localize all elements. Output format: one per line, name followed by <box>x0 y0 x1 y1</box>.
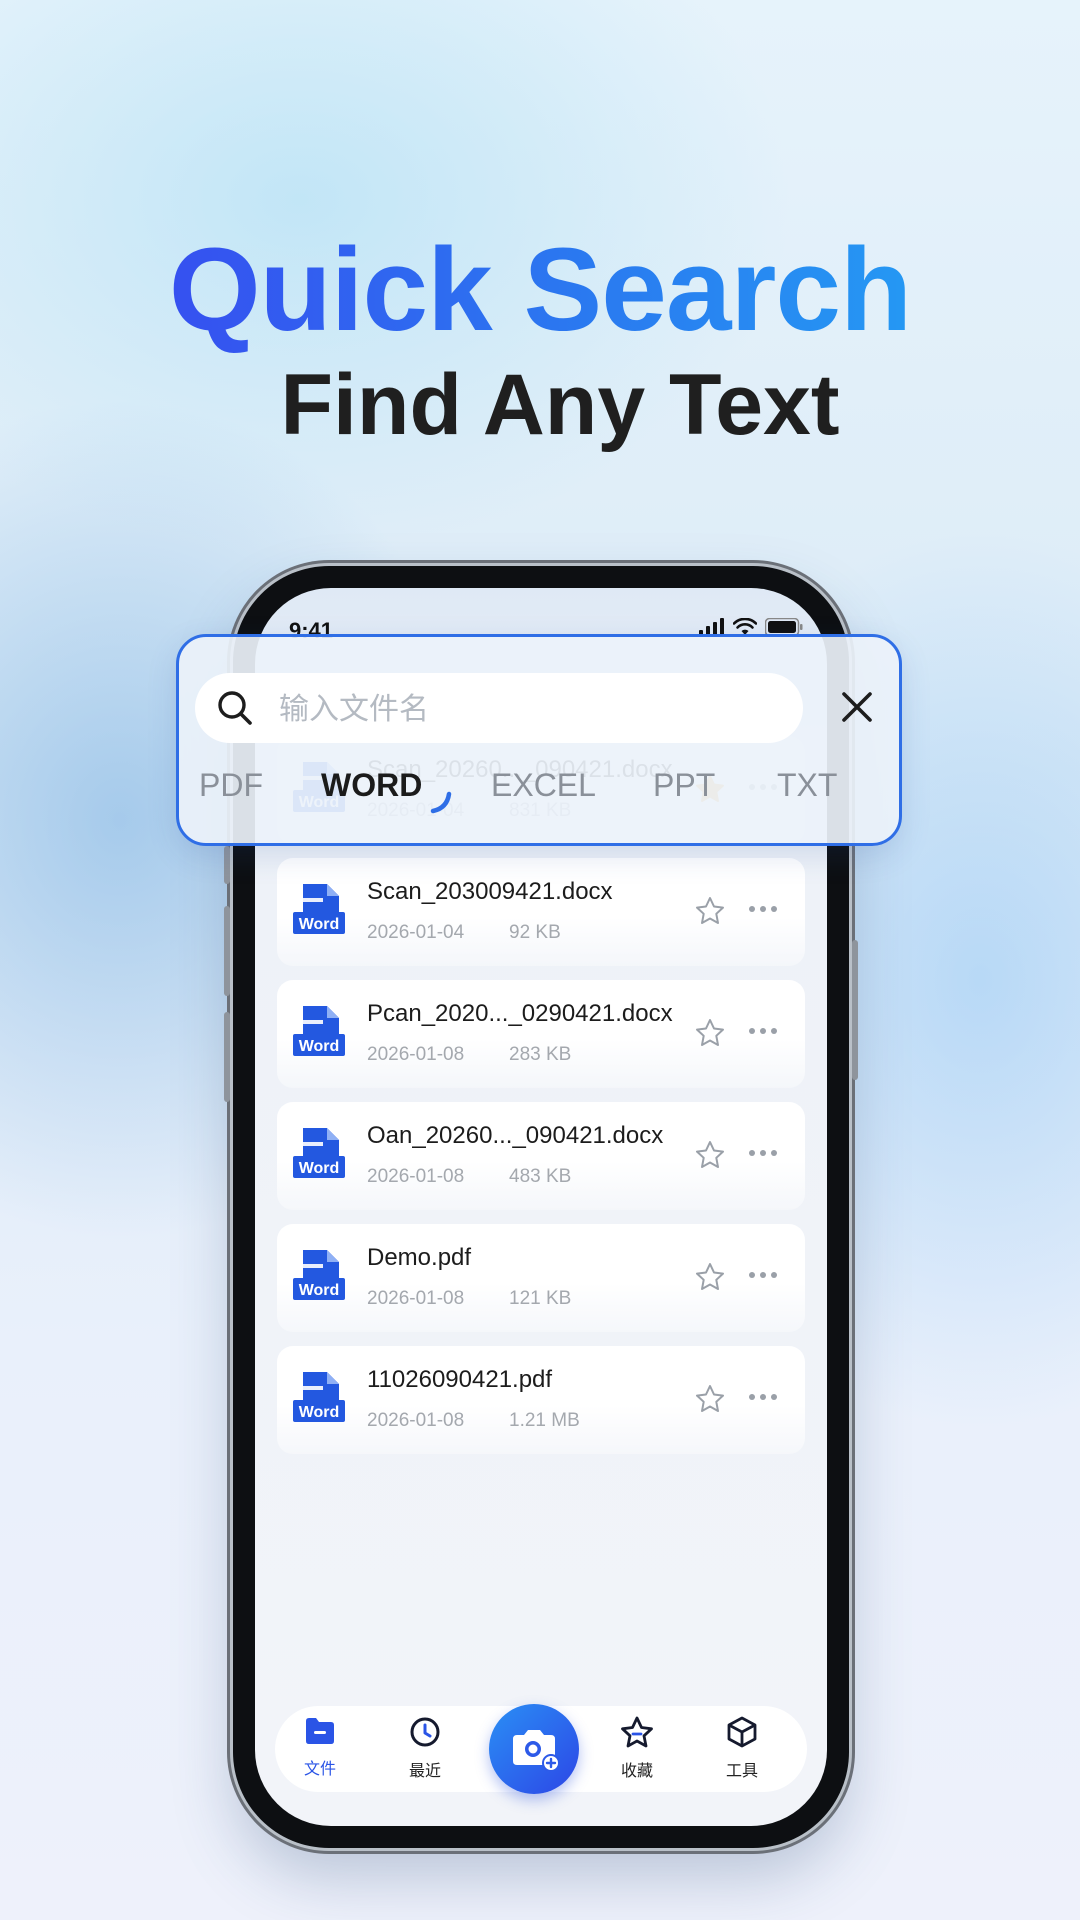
file-name: Pcan_2020..._0290421.docx <box>367 1000 673 1027</box>
favorite-star-icon[interactable] <box>695 1384 725 1414</box>
camera-plus-icon <box>513 1730 559 1771</box>
tab-tools[interactable]: 工具 <box>707 1716 777 1781</box>
favorite-star-icon[interactable] <box>695 896 725 926</box>
clock-icon <box>410 1717 440 1747</box>
file-size: 92 KB <box>509 922 561 943</box>
word-file-icon: Word <box>293 1250 345 1300</box>
word-badge-text: Word <box>299 1038 340 1055</box>
word-badge-text: Word <box>299 1282 340 1299</box>
more-options-icon[interactable] <box>747 1264 779 1286</box>
tab-tools-label: 工具 <box>725 1763 758 1780</box>
word-file-icon: Word <box>293 884 345 934</box>
file-size: 283 KB <box>509 1044 572 1065</box>
phone-volume-up <box>224 906 230 996</box>
more-options-icon[interactable] <box>747 1020 779 1042</box>
type-tab-excel[interactable]: EXCEL <box>491 767 596 804</box>
type-tab-ppt[interactable]: PPT <box>653 767 715 804</box>
tab-recent[interactable]: 最近 <box>390 1716 460 1781</box>
bottom-tab-bar: 文件 最近 收藏 工具 <box>275 1704 807 1794</box>
type-tab-pdf[interactable]: PDF <box>199 767 263 804</box>
file-name: Scan_203009421.docx <box>367 878 613 905</box>
word-badge-text: Word <box>299 1160 340 1177</box>
file-row[interactable]: Word Demo.pdf 2026-01-08 121 KB <box>277 1224 805 1332</box>
headline: Quick Search Find Any Text <box>0 225 1080 457</box>
word-badge-text: Word <box>299 916 340 933</box>
file-date: 2026-01-08 <box>367 1166 465 1187</box>
file-date: 2026-01-08 <box>367 1410 465 1431</box>
close-icon[interactable] <box>839 689 875 725</box>
phone-power-button <box>852 940 858 1080</box>
file-size: 121 KB <box>509 1288 572 1309</box>
search-panel: PDF WORD EXCEL PPT TXT <box>176 634 902 846</box>
file-date: 2026-01-08 <box>367 1288 465 1309</box>
file-size: 1.21 MB <box>509 1410 580 1431</box>
tab-recent-label: 最近 <box>408 1763 441 1780</box>
file-row[interactable]: Word Pcan_2020..._0290421.docx 2026-01-08 2… <box>277 980 805 1088</box>
favorite-star-icon[interactable] <box>695 1262 725 1292</box>
folder-icon <box>306 1718 334 1744</box>
more-options-icon[interactable] <box>747 1142 779 1164</box>
word-file-icon: Word <box>293 1128 345 1178</box>
word-badge-text: Word <box>299 1404 340 1421</box>
camera-scan-button[interactable] <box>489 1704 579 1794</box>
file-name: Demo.pdf <box>367 1244 472 1271</box>
file-date: 2026-01-04 <box>367 922 465 943</box>
file-row[interactable]: Word Scan_203009421.docx 2026-01-04 92 KB <box>277 858 805 966</box>
file-row[interactable]: Word 11026090421.pdf 2026-01-08 1.21 MB <box>277 1346 805 1454</box>
search-input[interactable] <box>277 673 781 745</box>
selected-tab-indicator <box>430 791 452 814</box>
more-options-icon[interactable] <box>747 898 779 920</box>
favorite-star-icon[interactable] <box>695 1140 725 1170</box>
phone-volume-down <box>224 1012 230 1102</box>
tab-favorites[interactable]: 收藏 <box>602 1716 672 1781</box>
file-name: Oan_20260..._090421.docx <box>367 1122 664 1149</box>
file-size: 483 KB <box>509 1166 572 1187</box>
type-tab-txt[interactable]: TXT <box>777 767 837 804</box>
word-file-icon: Word <box>293 1006 345 1056</box>
file-row[interactable]: Word Oan_20260..._090421.docx 2026-01-08 48… <box>277 1102 805 1210</box>
headline-title: Quick Search <box>0 225 1080 355</box>
search-box[interactable] <box>195 673 803 745</box>
tab-files-label: 文件 <box>303 1761 336 1778</box>
search-icon <box>218 691 252 725</box>
tab-files[interactable]: 文件 <box>285 1716 355 1779</box>
file-type-tabs: PDF WORD EXCEL PPT TXT <box>179 767 899 823</box>
file-date: 2026-01-08 <box>367 1044 465 1065</box>
type-tab-word[interactable]: WORD <box>321 767 422 804</box>
word-file-icon: Word <box>293 1372 345 1422</box>
phone-mute-switch <box>224 846 230 884</box>
favorite-star-icon[interactable] <box>695 1018 725 1048</box>
headline-subtitle: Find Any Text <box>280 357 840 453</box>
star-icon <box>621 1716 653 1748</box>
cube-icon <box>727 1716 757 1748</box>
more-options-icon[interactable] <box>747 1386 779 1408</box>
tab-favorites-label: 收藏 <box>620 1763 653 1780</box>
file-name: 11026090421.pdf <box>367 1366 553 1393</box>
